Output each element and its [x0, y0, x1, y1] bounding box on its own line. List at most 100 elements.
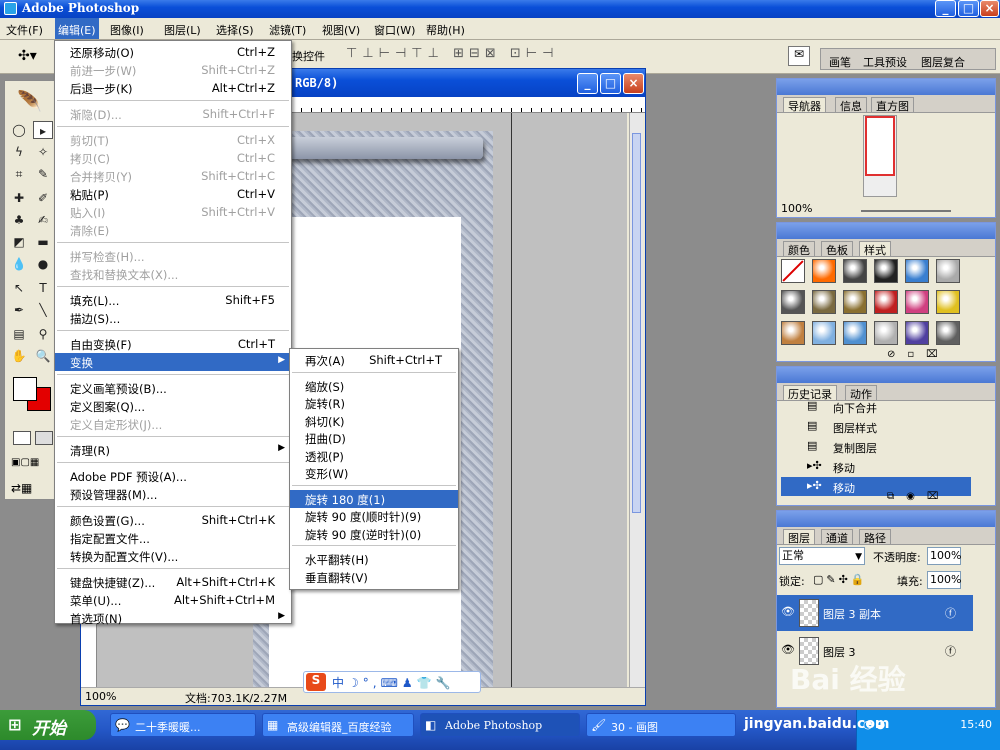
style-swatch[interactable]: [781, 290, 805, 314]
tab-layer-comps[interactable]: 图层复合: [921, 54, 965, 70]
ime-mode-icons[interactable]: 中☽°,⌨♟👕🔧: [332, 674, 455, 691]
transform-menu-item[interactable]: 垂直翻转(V): [290, 568, 458, 586]
doc-minimize-button[interactable]: _: [577, 73, 598, 94]
minimize-button[interactable]: _: [935, 0, 956, 17]
menu-file[interactable]: 文件(F): [6, 22, 43, 38]
restore-button[interactable]: □: [958, 0, 979, 17]
fill-input[interactable]: 100%: [927, 571, 961, 589]
edit-menu-item[interactable]: 键盘快捷键(Z)... Alt+Shift+Ctrl+K: [55, 573, 291, 591]
transform-menu-item[interactable]: 斜切(K): [290, 412, 458, 430]
move-tool-icon[interactable]: ▸: [33, 121, 53, 139]
menu-layer[interactable]: 图层(L): [164, 22, 201, 38]
menu-window[interactable]: 窗口(W): [374, 22, 415, 38]
crop-tool-icon[interactable]: ⌗: [9, 165, 29, 183]
eyedropper-icon[interactable]: ⚲: [33, 325, 53, 343]
edit-menu-item[interactable]: 首选项(N) ▶: [55, 609, 291, 627]
eraser-tool-icon[interactable]: ◩: [9, 233, 29, 251]
tab-layers[interactable]: 图层: [783, 529, 815, 545]
edit-menu-item[interactable]: Adobe PDF 预设(A)...: [55, 467, 291, 485]
quick-mask-icon[interactable]: [13, 431, 31, 445]
tab-paths[interactable]: 路径: [859, 529, 891, 545]
lock-icons[interactable]: ▢✎✣🔒: [813, 573, 868, 586]
style-swatch[interactable]: [905, 259, 929, 283]
tab-tool-presets[interactable]: 工具预设: [863, 54, 907, 70]
menu-help[interactable]: 帮助(H): [426, 22, 465, 38]
edit-menu-item[interactable]: 清理(R) ▶: [55, 441, 291, 459]
doc-maximize-button[interactable]: □: [600, 73, 621, 94]
blend-mode-select[interactable]: 正常 ▼: [779, 547, 865, 565]
blur-tool-icon[interactable]: 💧: [9, 255, 29, 273]
tab-color[interactable]: 颜色: [783, 241, 815, 257]
history-item[interactable]: ▤ 向下合并: [781, 397, 971, 416]
style-swatch[interactable]: [905, 321, 929, 345]
tab-brushes[interactable]: 画笔: [829, 54, 851, 70]
scrollbar-thumb[interactable]: [632, 133, 641, 513]
quick-mask-on-icon[interactable]: [35, 431, 53, 445]
style-swatch[interactable]: [874, 290, 898, 314]
styles-footer-icons[interactable]: ⊘▫⌧: [887, 349, 950, 360]
tab-histogram[interactable]: 直方图: [871, 97, 914, 113]
transform-menu-item[interactable]: 旋转 90 度(顺时针)(9): [290, 507, 458, 525]
edit-menu-item[interactable]: 转换为配置文件(V)...: [55, 547, 291, 565]
edit-menu-item[interactable]: 定义图案(Q)...: [55, 397, 291, 415]
task-photoshop[interactable]: ◧ Adobe Photoshop: [420, 713, 580, 737]
transform-menu-item[interactable]: 旋转 90 度(逆时针)(0): [290, 525, 458, 543]
style-swatch[interactable]: [781, 259, 805, 283]
foreground-color-swatch[interactable]: [13, 377, 37, 401]
slice-tool-icon[interactable]: ✎: [33, 165, 53, 183]
transform-menu-item[interactable]: 水平翻转(H): [290, 550, 458, 568]
history-brush-icon[interactable]: ✍: [33, 211, 53, 229]
transform-menu-item[interactable]: 变形(W): [290, 464, 458, 482]
path-select-icon[interactable]: ↖: [9, 279, 29, 297]
edit-menu-item[interactable]: 还原移动(O) Ctrl+Z: [55, 43, 291, 61]
edit-menu-item[interactable]: 菜单(U)... Alt+Shift+Ctrl+M: [55, 591, 291, 609]
layer-effects-icon[interactable]: ⓕ: [945, 605, 956, 621]
layer-effects-icon[interactable]: ⓕ: [945, 643, 956, 659]
tab-navigator[interactable]: 导航器: [783, 97, 826, 113]
style-swatch[interactable]: [936, 290, 960, 314]
lasso-tool-icon[interactable]: ϟ: [9, 143, 29, 161]
navigator-zoom-slider[interactable]: [861, 210, 951, 212]
eye-icon[interactable]: 👁: [781, 643, 795, 656]
history-item[interactable]: ▸✣ 移动: [781, 457, 971, 476]
eye-icon[interactable]: 👁: [781, 605, 795, 618]
type-tool-icon[interactable]: T: [33, 279, 53, 297]
transform-menu-item[interactable]: 再次(A) Shift+Ctrl+T: [290, 351, 458, 369]
start-button[interactable]: ⊞ 开始: [0, 710, 96, 740]
navigator-view-box[interactable]: [865, 116, 895, 176]
edit-menu-item[interactable]: 粘贴(P) Ctrl+V: [55, 185, 291, 203]
menu-view[interactable]: 视图(V): [322, 22, 360, 38]
edit-menu-item[interactable]: 自由变换(F) Ctrl+T: [55, 335, 291, 353]
task-paint[interactable]: 🖌 30 - 画图: [586, 713, 736, 737]
palette-well-icon[interactable]: ✉: [788, 46, 810, 66]
navigator-thumbnail[interactable]: [863, 115, 897, 197]
ime-logo-icon[interactable]: S: [306, 673, 326, 691]
history-item[interactable]: ▤ 复制图层: [781, 437, 971, 456]
opacity-input[interactable]: 100%: [927, 547, 961, 565]
transform-menu-item[interactable]: 旋转(R): [290, 394, 458, 412]
tab-styles[interactable]: 样式: [859, 241, 891, 257]
layer-row[interactable]: 👁 图层 3 副本 ⓕ: [777, 595, 973, 631]
notes-tool-icon[interactable]: ▤: [9, 325, 29, 343]
task-editor[interactable]: ▦ 高级编辑器_百度经验: [262, 713, 414, 737]
menu-image[interactable]: 图像(I): [110, 22, 144, 38]
line-tool-icon[interactable]: ╲: [33, 301, 53, 319]
brush-tool-icon[interactable]: ✐: [33, 189, 53, 207]
style-swatch[interactable]: [874, 259, 898, 283]
style-swatch[interactable]: [905, 290, 929, 314]
tab-info[interactable]: 信息: [835, 97, 867, 113]
edit-menu-item[interactable]: 颜色设置(G)... Shift+Ctrl+K: [55, 511, 291, 529]
gradient-tool-icon[interactable]: ▬: [33, 233, 53, 251]
transform-menu-item[interactable]: 旋转 180 度(1): [290, 489, 458, 508]
hand-tool-icon[interactable]: ✋: [9, 347, 29, 365]
doc-close-button[interactable]: ×: [623, 73, 644, 94]
magic-wand-icon[interactable]: ✧: [33, 143, 53, 161]
stamp-tool-icon[interactable]: ♣: [9, 211, 29, 229]
menu-filter[interactable]: 滤镜(T): [269, 22, 306, 38]
menu-select[interactable]: 选择(S): [216, 22, 254, 38]
menu-edit[interactable]: 编辑(E): [55, 18, 99, 39]
transform-menu-item[interactable]: 透视(P): [290, 447, 458, 465]
history-item[interactable]: ▤ 图层样式: [781, 417, 971, 436]
navigator-zoom-input[interactable]: 100%: [779, 203, 835, 217]
vertical-scrollbar[interactable]: [629, 113, 643, 687]
